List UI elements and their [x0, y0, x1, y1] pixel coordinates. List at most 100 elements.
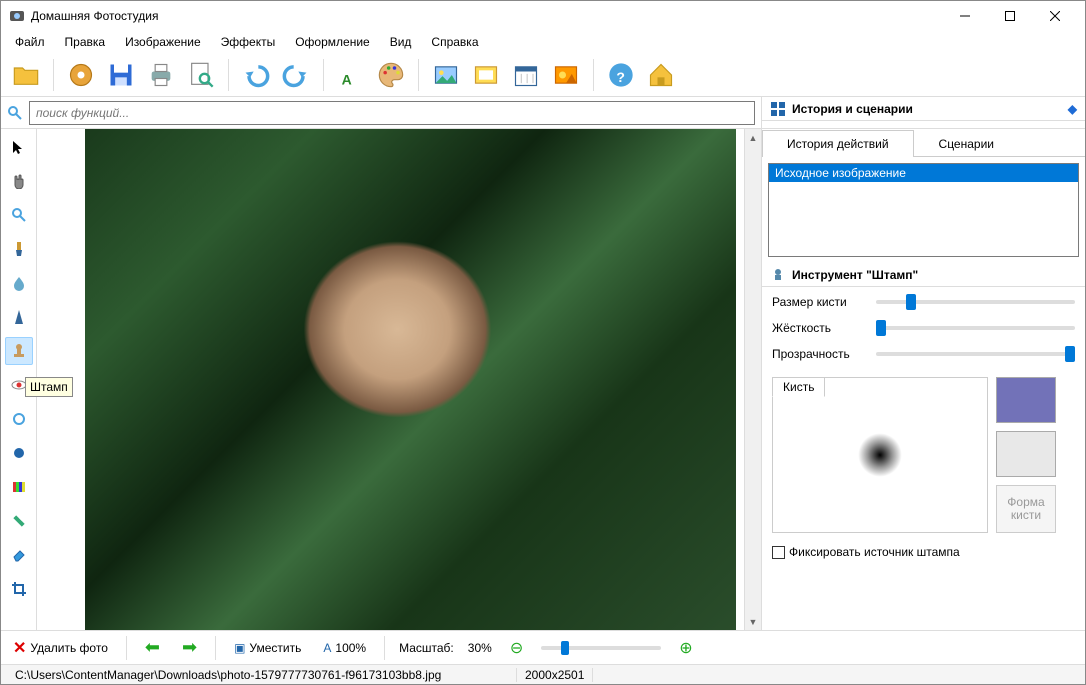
zoom-icon[interactable] [5, 201, 33, 229]
palette-icon[interactable] [372, 56, 410, 94]
undo-icon[interactable] [237, 56, 275, 94]
main-toolbar: A? [1, 53, 1085, 97]
svg-text:?: ? [616, 69, 625, 85]
scroll-up-icon[interactable]: ▲ [745, 129, 761, 146]
minus-icon: ⊖ [510, 638, 523, 658]
dodge-icon[interactable] [5, 405, 33, 433]
opacity-slider[interactable] [876, 352, 1075, 356]
zoom-out-button[interactable]: ⊖ [506, 636, 527, 660]
brush-preview: Кисть [772, 377, 988, 533]
opacity-label: Прозрачность [772, 347, 868, 361]
gradient-icon[interactable] [5, 473, 33, 501]
eraser-icon[interactable] [5, 541, 33, 569]
delete-photo-button[interactable]: ✕ Удалить фото [9, 636, 112, 660]
app-icon [9, 8, 25, 24]
status-bar: C:\Users\ContentManager\Downloads\photo-… [1, 664, 1085, 684]
app-title: Домашняя Фотостудия [31, 9, 942, 23]
maximize-button[interactable] [987, 2, 1032, 30]
history-tabs: История действий Сценарии [762, 129, 1085, 157]
history-item[interactable]: Исходное изображение [769, 164, 1078, 182]
bottom-bar: ✕ Удалить фото ⬅ ➡ ▣ Уместить A 100% Мас… [1, 630, 1085, 664]
hand-icon[interactable] [5, 167, 33, 195]
menu-файл[interactable]: Файл [7, 33, 53, 51]
batch-icon[interactable] [62, 56, 100, 94]
frame-icon[interactable] [467, 56, 505, 94]
search-icon [7, 105, 23, 121]
minimize-button[interactable] [942, 2, 987, 30]
fix-source-label: Фиксировать источник штампа [789, 545, 960, 559]
arrow-right-icon: ➡ [182, 637, 197, 658]
svg-text:A: A [342, 71, 352, 87]
prev-button[interactable]: ⬅ [141, 635, 164, 660]
menu-изображение[interactable]: Изображение [117, 33, 209, 51]
brush-size-slider[interactable] [876, 300, 1075, 304]
menu-оформление[interactable]: Оформление [287, 33, 377, 51]
history-panel-title: История и сценарии [792, 102, 913, 116]
color-swatch-secondary[interactable] [996, 431, 1056, 477]
plus-icon: ⊕ [679, 638, 692, 658]
menu-вид[interactable]: Вид [382, 33, 420, 51]
home-icon[interactable] [642, 56, 680, 94]
photo-image [85, 129, 736, 630]
hardness-label: Жёсткость [772, 321, 868, 335]
fit-button[interactable]: ▣ Уместить [230, 639, 305, 657]
delete-icon: ✕ [13, 638, 26, 658]
sharpen-icon[interactable] [5, 303, 33, 331]
menu-справка[interactable]: Справка [423, 33, 486, 51]
tab-scenarios[interactable]: Сценарии [914, 130, 1019, 157]
search-row [1, 97, 761, 129]
zoom-slider[interactable] [541, 646, 661, 650]
canvas[interactable] [37, 129, 744, 630]
zoom-in-button[interactable]: ⊕ [675, 636, 696, 660]
fix-source-checkbox[interactable] [772, 546, 785, 559]
tool-panel-title: Инструмент "Штамп" [792, 268, 918, 282]
redo-icon[interactable] [277, 56, 315, 94]
brush-size-label: Размер кисти [772, 295, 868, 309]
scale-label: Масштаб: [399, 641, 454, 655]
print-icon[interactable] [142, 56, 180, 94]
brush-tab-label[interactable]: Кисть [772, 377, 825, 397]
crop-icon[interactable] [5, 575, 33, 603]
status-filepath: C:\Users\ContentManager\Downloads\photo-… [7, 668, 517, 682]
vertical-scrollbar[interactable]: ▲ ▼ [744, 129, 761, 630]
tooltip: Штамп [25, 377, 73, 397]
brush-icon[interactable] [5, 235, 33, 263]
pointer-icon[interactable] [5, 133, 33, 161]
blur-icon[interactable] [5, 269, 33, 297]
effects-icon[interactable] [547, 56, 585, 94]
menu-правка[interactable]: Правка [57, 33, 114, 51]
save-icon[interactable] [102, 56, 140, 94]
right-panel: История действий Сценарии Исходное изобр… [761, 129, 1085, 630]
arrow-left-icon: ⬅ [145, 637, 160, 658]
brush-shape-button[interactable]: Форма кисти [996, 485, 1056, 533]
titlebar: Домашняя Фотостудия [1, 1, 1085, 31]
image-icon[interactable] [427, 56, 465, 94]
color-swatch-primary[interactable] [996, 377, 1056, 423]
status-dimensions: 2000x2501 [517, 668, 593, 682]
close-button[interactable] [1032, 2, 1077, 30]
history-icon [770, 101, 786, 117]
search-input[interactable] [29, 101, 755, 125]
help-icon[interactable]: ? [602, 56, 640, 94]
page-preview-icon[interactable] [182, 56, 220, 94]
next-button[interactable]: ➡ [178, 635, 201, 660]
stamp-panel-icon [770, 267, 786, 283]
hardness-slider[interactable] [876, 326, 1075, 330]
calendar-icon[interactable] [507, 56, 545, 94]
hundred-icon: A [323, 641, 331, 655]
menu-эффекты[interactable]: Эффекты [213, 33, 284, 51]
hundred-percent-button[interactable]: A 100% [319, 639, 370, 657]
healing-icon[interactable] [5, 507, 33, 535]
stamp-icon[interactable] [5, 337, 33, 365]
tools-sidebar: Штамп [1, 129, 37, 630]
burn-icon[interactable] [5, 439, 33, 467]
tool-panel-header: Инструмент "Штамп" [762, 263, 1085, 287]
collapse-icon[interactable]: ◆ [1068, 102, 1077, 116]
tab-history[interactable]: История действий [762, 130, 914, 157]
text-icon[interactable]: A [332, 56, 370, 94]
scroll-down-icon[interactable]: ▼ [745, 613, 761, 630]
history-panel-header: История и сценарии ◆ [762, 97, 1085, 121]
history-list[interactable]: Исходное изображение [768, 163, 1079, 257]
open-folder-icon[interactable] [7, 56, 45, 94]
scale-value: 30% [468, 641, 492, 655]
